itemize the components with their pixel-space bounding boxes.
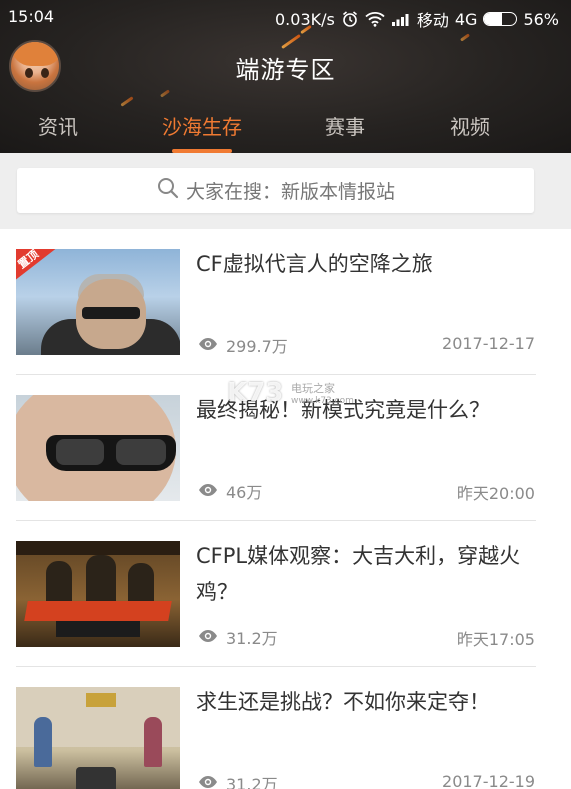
eye-icon — [198, 336, 218, 355]
battery-fill — [484, 13, 503, 25]
view-count-text: 46万 — [226, 483, 263, 502]
article-thumbnail — [16, 687, 180, 789]
thumb-shape — [86, 693, 116, 707]
app-screen: 15:04 0.03K/s 移动 4G 56% 端游专区 资讯 沙海生存 赛事 … — [0, 0, 571, 789]
page-title: 端游专区 — [235, 56, 336, 84]
view-count: 31.2万 — [198, 771, 278, 789]
tab-label: 沙海生存 — [162, 115, 242, 139]
status-right: 0.03K/s 移动 4G 56% — [275, 7, 559, 31]
status-bar: 15:04 0.03K/s 移动 4G 56% — [0, 0, 571, 34]
thumb-shape — [56, 439, 104, 465]
list-item[interactable]: 置顶 CF虚拟代言人的空降之旅 299.7万 2017-12-17 — [0, 229, 571, 375]
eye-icon — [198, 628, 218, 647]
spark-decoration — [281, 33, 301, 50]
article-thumbnail: 置顶 — [16, 249, 180, 355]
view-count-text: 299.7万 — [226, 337, 288, 356]
article-title: 求生还是挑战？不如你来定夺！ — [196, 690, 490, 714]
tab-desert-survival[interactable]: 沙海生存 — [140, 106, 264, 153]
header-bar: 15:04 0.03K/s 移动 4G 56% 端游专区 资讯 沙海生存 赛事 … — [0, 0, 571, 153]
list-item[interactable]: 求生还是挑战？不如你来定夺！ 31.2万 2017-12-19 — [0, 667, 571, 789]
watermark-logo: K73 电玩之家 www.k73.com — [227, 378, 357, 418]
eye-icon — [198, 482, 218, 501]
article-title: CFPL媒体观察：大吉大利，穿越火鸡？ — [196, 544, 521, 604]
alarm-icon — [341, 10, 359, 28]
tab-bar: 资讯 沙海生存 赛事 视频 — [0, 106, 571, 153]
signal-icon — [391, 12, 411, 26]
watermark-site: 电玩之家 — [291, 382, 335, 395]
battery-icon — [483, 12, 518, 26]
watermark-url: www.k73.com — [291, 396, 354, 406]
tab-videos[interactable]: 视频 — [430, 106, 510, 153]
view-count: 299.7万 — [198, 333, 288, 357]
tab-label: 资讯 — [38, 115, 78, 139]
view-count: 31.2万 — [198, 625, 278, 649]
view-count-text: 31.2万 — [226, 775, 278, 789]
tab-events[interactable]: 赛事 — [305, 106, 385, 153]
search-input[interactable]: 大家在搜：新版本情报站 — [17, 168, 534, 213]
watermark-brand: K73 — [227, 378, 284, 408]
thumb-shape — [116, 439, 166, 465]
carrier-name: 移动 — [416, 11, 449, 30]
article-thumbnail — [16, 395, 180, 501]
eye-icon — [198, 774, 218, 789]
article-title: CF虚拟代言人的空降之旅 — [196, 252, 433, 276]
view-count: 46万 — [198, 479, 262, 503]
spark-decoration — [160, 89, 170, 98]
search-placeholder: 大家在搜：新版本情报站 — [185, 181, 395, 203]
pinned-badge-label: 置顶 — [16, 249, 41, 272]
article-date: 2017-12-17 — [442, 334, 535, 353]
thumb-shape — [82, 307, 140, 319]
thumb-shape — [16, 541, 180, 555]
wifi-icon — [365, 11, 385, 27]
search-area: 大家在搜：新版本情报站 — [0, 153, 571, 229]
network-speed: 0.03K/s — [275, 9, 335, 29]
view-count-text: 31.2万 — [226, 629, 278, 648]
list-item[interactable]: CFPL媒体观察：大吉大利，穿越火鸡？ 31.2万 昨天17:05 — [0, 521, 571, 667]
thumb-shape — [24, 601, 172, 621]
tab-label: 赛事 — [325, 115, 365, 139]
article-date: 昨天17:05 — [456, 630, 535, 649]
network-type: 4G — [454, 9, 478, 29]
article-date: 2017-12-19 — [442, 772, 535, 789]
spark-decoration — [460, 33, 470, 42]
tab-label: 视频 — [450, 115, 490, 139]
article-date: 昨天20:00 — [456, 484, 535, 503]
thumb-shape — [76, 767, 116, 789]
thumb-shape — [56, 621, 140, 637]
pinned-badge: 置顶 — [16, 249, 58, 281]
search-icon — [156, 176, 180, 205]
thumb-shape — [144, 717, 162, 767]
battery-percent: 56% — [523, 9, 559, 29]
thumb-shape — [34, 717, 52, 767]
tab-news[interactable]: 资讯 — [18, 106, 98, 153]
article-thumbnail — [16, 541, 180, 647]
status-time: 15:04 — [8, 7, 55, 26]
